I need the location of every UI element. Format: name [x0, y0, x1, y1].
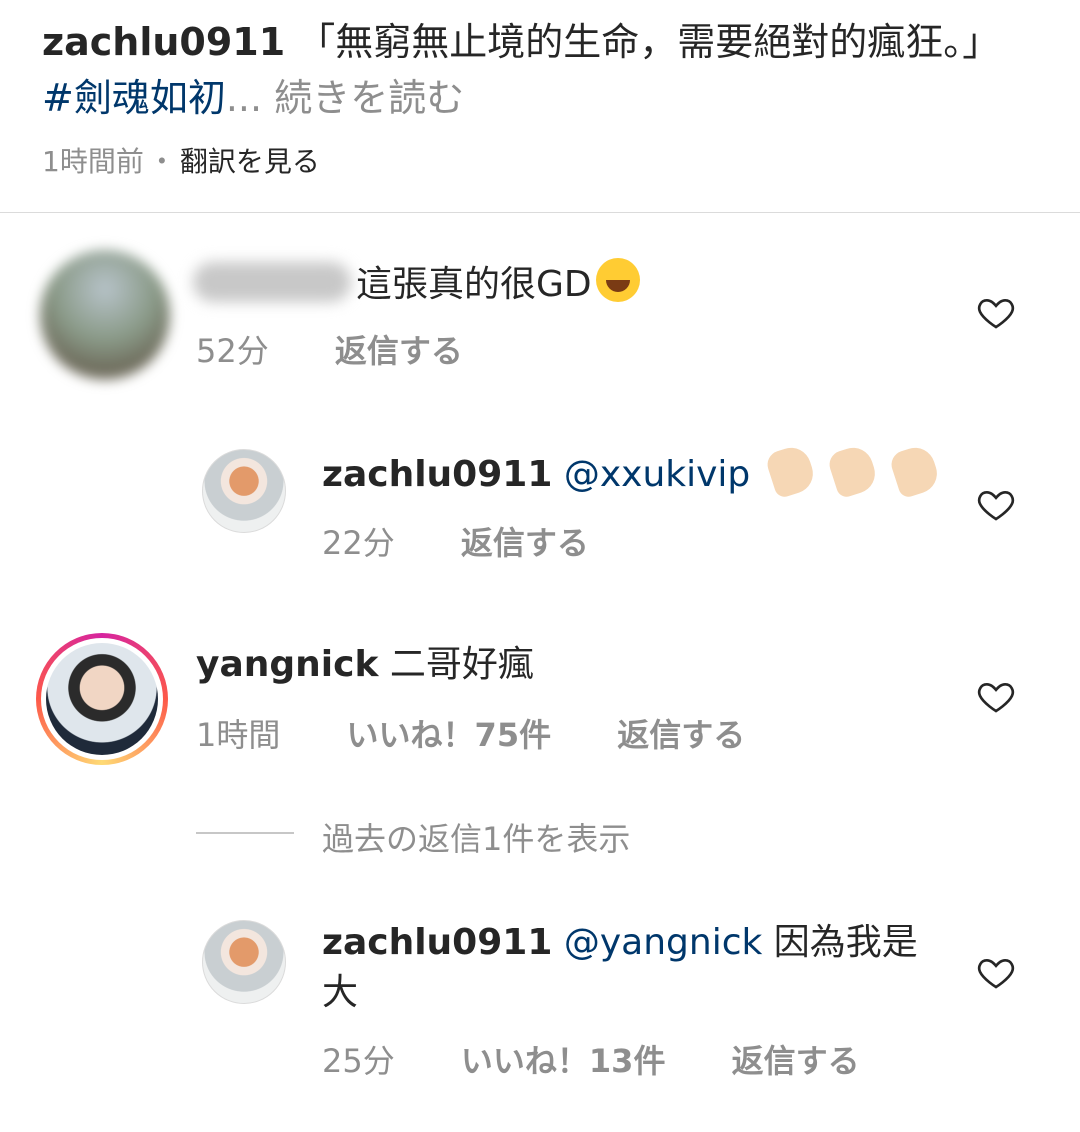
heart-icon[interactable]: [976, 676, 1016, 716]
see-translation-link[interactable]: 翻訳を見る: [180, 145, 320, 178]
mention-link[interactable]: @xxukivip: [564, 454, 750, 495]
avatar[interactable]: [202, 449, 286, 533]
call-me-hand-icon: [764, 442, 819, 500]
comment-time: 25分: [322, 1042, 395, 1080]
comment-body: 二哥好瘋: [389, 644, 534, 685]
divider: [0, 212, 1080, 213]
read-more-link[interactable]: 続きを読む: [274, 76, 464, 120]
comment-time: 1時間: [196, 716, 281, 754]
comment-time: 22分: [322, 524, 395, 562]
avatar[interactable]: [202, 920, 286, 1004]
call-me-hand-icon: [826, 442, 881, 500]
reply-text: zachlu0911 @xxukivip: [322, 442, 943, 500]
replies-line: [196, 832, 294, 834]
heart-icon[interactable]: [976, 292, 1016, 332]
comment-time: 52分: [196, 332, 269, 370]
comment-username[interactable]: yangnick: [196, 644, 378, 685]
comment-text: 這張真的很GD: [356, 258, 640, 310]
reply-username[interactable]: zachlu0911: [322, 454, 552, 495]
avatar: [46, 643, 158, 755]
reply-username[interactable]: zachlu0911: [322, 922, 552, 963]
comment-meta: 22分 返信する: [322, 518, 589, 564]
comment-meta: 1時間 いいね！75件 返信する: [196, 710, 745, 756]
likes-count[interactable]: いいね！75件: [347, 710, 552, 756]
comment-meta: 52分 返信する: [196, 326, 463, 372]
likes-count[interactable]: いいね！13件: [461, 1036, 666, 1082]
meta-separator: ・: [147, 145, 176, 178]
call-me-hand-icon: [888, 442, 943, 500]
avatar[interactable]: [40, 250, 170, 380]
blurred-username: [193, 262, 351, 302]
reply-button[interactable]: 返信する: [617, 710, 745, 756]
reply-button[interactable]: 返信する: [461, 518, 589, 564]
comment-meta: 25分 いいね！13件 返信する: [322, 1036, 860, 1082]
caption-username[interactable]: zachlu0911: [42, 20, 285, 64]
reply-button[interactable]: 返信する: [335, 326, 463, 372]
caption-meta: 1時間前・翻訳を見る: [42, 140, 320, 180]
heart-icon[interactable]: [976, 484, 1016, 524]
post-caption: zachlu0911 「無窮無止境的生命，需要絕對的瘋狂。」 #劍魂如初... …: [42, 14, 1042, 126]
caption-ellipsis: ...: [225, 76, 263, 120]
reply-text: zachlu0911 @yangnick 因為我是大: [322, 918, 942, 1018]
comment-text: yangnick 二哥好瘋: [196, 640, 534, 690]
heart-icon[interactable]: [976, 952, 1016, 992]
avatar-story-ring[interactable]: [36, 633, 168, 765]
caption-time: 1時間前: [42, 145, 144, 178]
view-replies-button[interactable]: 過去の返信1件を表示: [322, 814, 630, 860]
caption-hashtag[interactable]: #劍魂如初: [42, 76, 226, 120]
caption-text: 「無窮無止境的生命，需要絕對的瘋狂。」: [297, 20, 1001, 64]
laughing-emoji-icon: [595, 258, 640, 302]
mention-link[interactable]: @yangnick: [564, 922, 763, 963]
reply-button[interactable]: 返信する: [732, 1036, 860, 1082]
